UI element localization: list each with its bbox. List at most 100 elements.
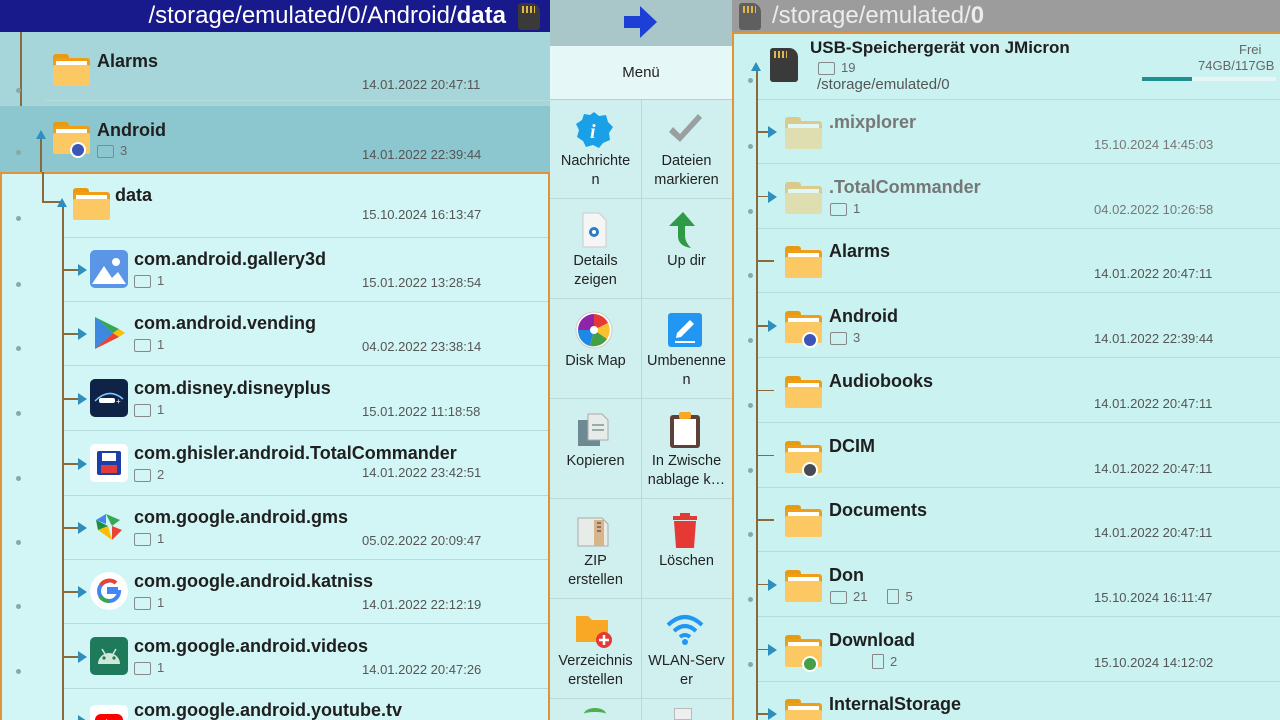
list-item[interactable]: com.google.android.youtube.tv [2,689,548,720]
disk-map-button[interactable]: Disk Map [550,300,641,400]
button-label: Verzeichnis erstellen [558,653,633,688]
parent-row-alarms[interactable]: Alarms 14.01.2022 20:47:11 [0,37,550,101]
parent-date: 14.01.2022 22:39:44 [362,147,482,162]
item-name: com.google.android.youtube.tv [134,700,403,720]
svg-text:+: + [116,397,121,406]
list-item[interactable]: com.ghisler.android.TotalCommander 2 14.… [2,432,548,496]
parent-date: 14.01.2022 20:47:11 [362,77,481,92]
folder-name: Alarms [829,241,891,262]
delete-button[interactable]: Löschen [641,500,732,600]
parent-row-android[interactable]: Android 3 14.01.2022 22:39:44 [0,106,550,172]
tree-branch [756,648,768,651]
tree-branch [756,325,768,327]
list-item[interactable]: + com.disney.disneyplus 1 15.01.2022 11:… [2,367,548,431]
storage-path: /storage/emulated/0 [817,76,950,93]
zip-create-button[interactable]: ZIP erstellen [550,500,641,600]
parent-count: 3 [97,143,127,158]
expand-arrow-icon[interactable] [768,320,777,333]
folder-icon [785,569,822,602]
folder-name: .TotalCommander [829,176,981,197]
item-count: 1 [134,531,164,546]
folder-row[interactable]: DCIM 14.01.2022 20:47:11 [734,424,1280,488]
tree-dot [748,467,753,473]
list-item[interactable]: com.google.android.videos 1 14.01.2022 2… [2,625,548,689]
item-count: 1 [134,402,164,417]
checkmark-icon [669,114,702,142]
item-count: 1 [134,273,164,288]
folder-row[interactable]: .TotalCommander 1 04.02.2022 10:26:58 [734,165,1280,229]
left-folder-content: data 15.10.2024 16:13:47 com.android.gal… [0,172,550,720]
tree-branch [756,131,768,133]
up-dir-button[interactable]: Up dir [641,200,732,300]
button-label: Löschen [659,553,714,569]
show-details-button[interactable]: Details zeigen [550,200,641,300]
expand-arrow-icon[interactable] [768,126,777,138]
right-panel: /storage/emulated/0 USB-Speichergerät vo… [732,0,1280,720]
folder-count: 2 [830,653,897,669]
item-date: 14.01.2022 23:42:51 [362,465,482,480]
folder-icon [785,505,822,538]
right-folder-content: USB-Speichergerät von JMicron 19 /storag… [732,32,1280,720]
folder-date: 14.01.2022 20:47:11 [1094,525,1213,541]
right-path-current: 0 [970,2,985,29]
rename-button[interactable]: Umbenenne n [641,300,732,400]
list-item[interactable]: com.android.vending 1 04.02.2022 23:38:1… [2,302,548,366]
item-name: com.disney.disneyplus [134,378,331,398]
list-item[interactable]: com.google.android.gms 1 05.02.2022 20:0… [2,496,548,560]
folder-date: 04.02.2022 10:26:58 [1094,201,1214,217]
arrow-right-icon [624,6,657,38]
left-panel: /storage/emulated/0/Android/data Alarms … [0,0,550,720]
folder-row[interactable]: Alarms 14.01.2022 20:47:11 [734,229,1280,294]
item-name: com.google.android.videos [134,636,369,656]
expand-arrow-icon[interactable] [768,708,777,720]
clipboard-icon [670,412,700,448]
folder-row[interactable]: Documents 14.01.2022 20:47:11 [734,488,1280,553]
current-folder-row[interactable]: data 15.10.2024 16:13:47 [2,174,548,238]
folder-row[interactable]: InternalStorage1414.01.2022 22:39:59 [734,682,1280,720]
create-directory-button[interactable]: Verzeichnis erstellen [550,600,641,700]
up-arrow-icon [669,212,695,248]
disney-plus-icon: + [90,379,128,417]
button-label: Details zeigen [573,253,618,288]
tree-dot [748,273,753,279]
item-date: 15.01.2022 11:18:58 [362,404,481,419]
folder-row[interactable]: .mixplorer 15.10.2024 14:45:03 [734,100,1280,164]
folder-row[interactable]: Audiobooks 14.01.2022 20:47:11 [734,359,1280,423]
folder-icon [785,246,822,279]
item-name: com.android.gallery3d [134,249,327,269]
right-path-prefix: /storage/emulated/ [772,2,971,29]
list-item[interactable]: com.android.gallery3d 1 15.01.2022 13:28… [2,238,548,302]
disk-map-icon [575,311,613,349]
folder-count-icon [97,145,114,158]
copy-button[interactable]: Kopieren [550,400,641,500]
folder-icon [785,181,822,214]
wifi-server-button[interactable]: WLAN-Serv er [641,600,732,700]
sd-card-icon [518,3,540,30]
folder-row[interactable]: Android 3 14.01.2022 22:39:44 [734,294,1280,359]
folder-date: 14.01.2022 20:47:11 [1094,395,1213,411]
current-folder-name: data [115,185,153,205]
folder-row[interactable]: Don 21 5 15.10.2024 16:11:47 [734,553,1280,617]
storage-usage-bar [1142,77,1276,81]
folder-icon [73,188,110,220]
button-label: Umbenenne n [647,353,726,388]
storage-device-row[interactable]: USB-Speichergerät von JMicron 19 /storag… [734,34,1280,100]
expand-arrow-icon[interactable] [768,578,777,591]
menu-button[interactable]: Menü [550,46,732,100]
expand-arrow-icon[interactable] [768,190,777,203]
folder-date: 14.01.2022 20:47:11 [1094,266,1213,282]
tree-dot [748,208,753,214]
list-item[interactable]: com.google.android.katniss 1 14.01.2022 … [2,560,548,624]
parent-name: Android [97,120,166,140]
file-count-icon [887,588,900,604]
clipboard-button[interactable]: In Zwische nablage k… [641,400,732,500]
select-files-button[interactable]: Dateien markieren [641,100,732,200]
right-path-bar[interactable]: /storage/emulated/0 [732,0,1280,32]
left-path-bar[interactable]: /storage/emulated/0/Android/data [0,0,550,32]
copy-direction-button[interactable] [550,0,732,46]
messages-button[interactable]: i Nachrichte n [550,100,641,200]
folder-icon [53,54,90,86]
parent-name: Alarms [97,51,159,71]
folder-row[interactable]: Download 2 15.10.2024 14:12:02 [734,618,1280,682]
expand-arrow-icon[interactable] [768,643,777,656]
